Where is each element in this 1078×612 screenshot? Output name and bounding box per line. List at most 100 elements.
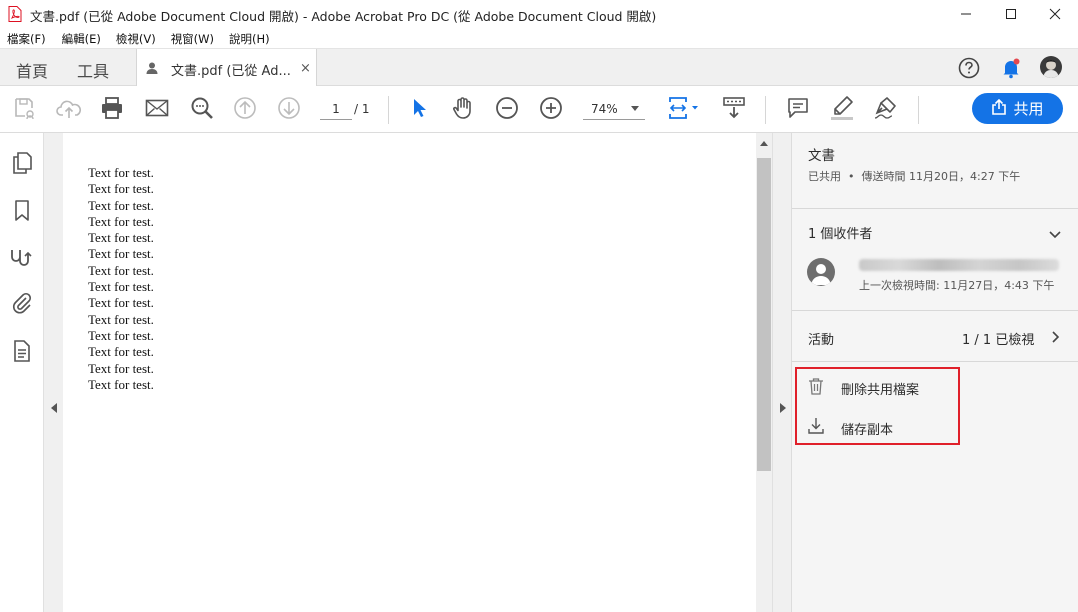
panel-divider [792,208,1078,209]
caret-right-icon [780,403,786,413]
print-button[interactable] [98,96,126,124]
document-text-line: Text for test. [88,165,154,180]
tab-tools[interactable]: 工具 [77,58,109,82]
document-text-line: Text for test. [88,295,154,311]
share-button[interactable]: 共用 [972,93,1063,124]
user-avatar[interactable] [1040,56,1062,82]
main-toolbar: 1 / 1 74% [0,86,1078,133]
bookmark-icon [14,200,30,226]
recipient-email-redacted [859,259,1059,271]
document-text-line: Text for test. [88,327,154,343]
maximize-button[interactable] [988,0,1034,28]
tab-bar: 首頁 工具 文書.pdf (已從 Ad... × [0,48,1078,87]
panel-divider [792,310,1078,311]
document-text-line: Text for test. [88,181,154,197]
shared-status: 已共用 [808,170,841,183]
document-page[interactable]: Text for test. Text for test. Text for tes… [63,133,756,612]
title-bar: 文書.pdf (已從 Adobe Document Cloud 開啟) - Ad… [0,0,1078,28]
acrobat-window: 文書.pdf (已從 Adobe Document Cloud 開啟) - Ad… [0,0,1078,612]
select-tool-button[interactable] [405,96,433,124]
menu-bar: 檔案(F) 編輯(E) 檢視(V) 視窗(W) 說明(H) [0,28,1078,48]
zoom-out-button[interactable] [493,96,521,124]
tab-home[interactable]: 首頁 [16,58,48,82]
plus-circle-icon [539,96,563,124]
next-page-button[interactable] [275,96,303,124]
document-text-line: Text for test. [88,311,154,327]
cloud-upload-icon [56,96,82,124]
hand-icon [451,96,475,124]
document-text-line: Text for test. [88,376,154,392]
recipients-header[interactable]: 1 個收件者 [808,223,872,242]
page-number-input[interactable]: 1 [320,100,352,120]
document-text-line: Text for test. [88,279,154,295]
page-fit-button[interactable] [666,96,702,124]
share-upload-icon [991,98,1007,119]
save-button[interactable] [11,96,39,124]
hand-tool-button[interactable] [449,96,477,124]
zoom-in-button[interactable] [537,96,565,124]
left-panel-toggle[interactable] [44,133,63,612]
signatures-button[interactable] [11,248,33,270]
signature-path-icon [10,247,34,271]
window-title: 文書.pdf (已從 Adobe Document Cloud 開啟) - Ad… [30,9,657,24]
menu-file[interactable]: 檔案(F) [0,28,46,48]
envelope-icon [145,98,169,122]
attachments-button[interactable] [11,292,33,318]
upload-cloud-button[interactable] [55,96,83,124]
search-icon [190,96,214,124]
save-icon [13,96,37,124]
pdf-file-icon [8,6,22,22]
separator-dot-icon: • [848,170,855,183]
panel-divider [792,361,1078,362]
vertical-scrollbar[interactable] [756,133,772,612]
zoom-level-dropdown[interactable]: 74% [583,100,645,120]
close-icon [1049,5,1061,24]
chevron-down-icon [631,106,639,111]
sent-time: 傳送時間 11月20日，4:27 下午 [861,170,1021,183]
minus-circle-icon [495,96,519,124]
zoom-level-value: 74% [591,102,618,116]
menu-help[interactable]: 說明(H) [222,28,270,48]
document-icon [13,340,31,366]
bookmarks-button[interactable] [11,200,33,226]
scroll-up-arrow-icon[interactable] [760,141,768,146]
maximize-icon [1005,5,1017,24]
document-properties-button[interactable] [11,340,33,366]
menu-view[interactable]: 檢視(V) [109,28,156,48]
previous-page-button[interactable] [231,96,259,124]
sign-button[interactable] [872,96,900,124]
highlight-annotation-box [795,367,960,445]
menu-window[interactable]: 視窗(W) [164,28,214,48]
toolbar-divider [918,96,919,124]
scroll-mode-button[interactable] [720,96,748,124]
keyboard-scroll-icon [722,96,746,124]
document-text-line: Text for test. [88,344,154,360]
highlight-button[interactable] [828,96,856,124]
arrow-up-circle-icon [233,96,257,124]
activity-viewed-count[interactable]: 1 / 1 已檢視 [962,329,1034,348]
notification-bell-icon[interactable] [1000,57,1022,83]
page-thumbnails-button[interactable] [11,152,33,176]
fit-page-icon [667,95,701,125]
menu-edit[interactable]: 編輯(E) [55,28,101,48]
chevron-down-icon[interactable] [1049,224,1061,243]
email-button[interactable] [143,96,171,124]
arrow-down-circle-icon [277,96,301,124]
minimize-button[interactable] [943,0,989,28]
close-window-button[interactable] [1032,0,1078,28]
activity-label[interactable]: 活動 [808,329,834,348]
paperclip-icon [12,292,32,318]
recipient-avatar [807,258,835,286]
left-navigation-rail [0,133,44,612]
search-button[interactable] [188,96,216,124]
document-text-line: Text for test. [88,213,154,229]
scrollbar-thumb[interactable] [757,158,771,471]
tab-close-button[interactable]: × [300,61,311,76]
page-total: / 1 [354,102,370,116]
chevron-right-icon[interactable] [1050,329,1060,348]
comment-button[interactable] [784,96,812,124]
document-text-line: Text for test. [88,360,154,376]
tab-document[interactable]: 文書.pdf (已從 Ad... × [136,49,317,87]
help-icon[interactable] [958,57,980,83]
right-panel-toggle[interactable] [772,133,791,612]
